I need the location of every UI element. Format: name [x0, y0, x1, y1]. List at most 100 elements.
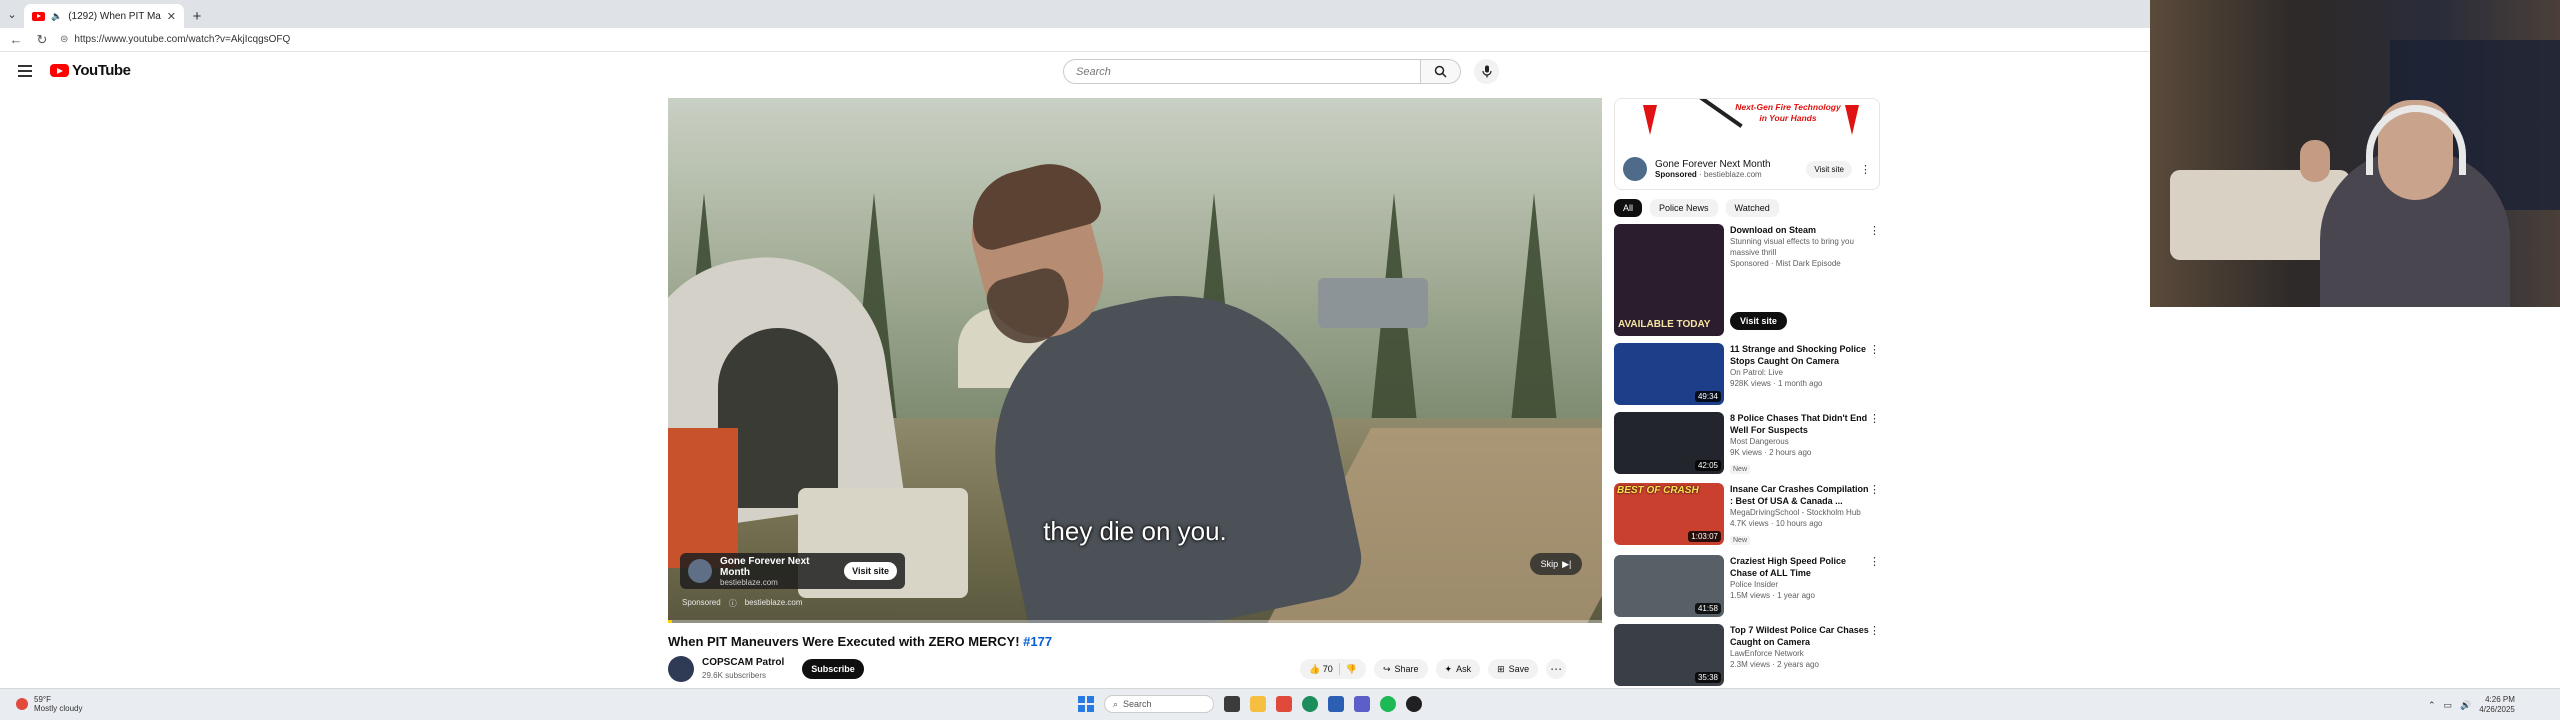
reload-icon[interactable]: ↻: [34, 32, 50, 48]
weather-widget[interactable]: 59°F Mostly cloudy: [16, 695, 82, 713]
subscribe-button[interactable]: Subscribe: [802, 659, 864, 679]
ad-banner-more-icon[interactable]: ⋮: [1860, 163, 1871, 176]
recommendation-channel[interactable]: On Patrol: Live: [1730, 367, 1870, 378]
tab-close-icon[interactable]: ✕: [167, 10, 176, 23]
back-arrow-icon[interactable]: ←: [8, 32, 24, 47]
recommendation-item[interactable]: 35:38 Top 7 Wildest Police Car Chases Ca…: [1614, 624, 1880, 686]
ad-banner-visit-button[interactable]: Visit site: [1806, 160, 1852, 178]
chip-police-news[interactable]: Police News: [1650, 199, 1718, 217]
sidebar-ad-banner[interactable]: Next-Gen Fire Technology in Your Hands G…: [1614, 98, 1880, 190]
share-button[interactable]: ↪ Share: [1373, 659, 1428, 679]
recommendation-stats: 1.5M views · 1 year ago: [1730, 591, 1815, 600]
video-frame-chair: [668, 428, 738, 568]
search-icon: [1434, 65, 1447, 78]
edge-browser-icon[interactable]: [1302, 696, 1318, 712]
recommendation-channel[interactable]: Most Dangerous: [1730, 436, 1870, 447]
new-tab-button[interactable]: +: [184, 4, 210, 28]
recommendation-item[interactable]: 42:05 8 Police Chases That Didn't End We…: [1614, 412, 1880, 474]
recommendation-more-icon[interactable]: ⋮: [1869, 483, 1880, 496]
webcam-overlay: [2150, 0, 2560, 307]
skip-ad-button[interactable]: Skip ▶|: [1530, 553, 1582, 575]
recommendation-thumbnail[interactable]: 42:05: [1614, 412, 1724, 474]
recommendation-title: Craziest High Speed Police Chase of ALL …: [1730, 556, 1847, 578]
recommendation-item[interactable]: 49:34 11 Strange and Shocking Police Sto…: [1614, 343, 1880, 405]
taskbar-clock[interactable]: 4:26 PM 4/26/2025: [2479, 695, 2515, 715]
player-ad-card[interactable]: Gone Forever Next Month bestieblaze.com …: [680, 553, 905, 589]
speaker-icon[interactable]: 🔈: [51, 11, 62, 22]
recommendation-more-icon[interactable]: ⋮: [1869, 412, 1880, 425]
sponsored-info-icon[interactable]: ⓘ: [729, 598, 737, 609]
windows-start-icon[interactable]: [1078, 696, 1094, 712]
recommendation-more-icon[interactable]: ⋮: [1869, 555, 1880, 568]
recommendation-channel[interactable]: LawEnforce Network: [1730, 648, 1870, 659]
video-hashtag[interactable]: #177: [1023, 634, 1052, 649]
office-app-icon[interactable]: [1276, 696, 1292, 712]
tray-overflow-chevron-icon[interactable]: ⌃: [2428, 700, 2436, 711]
weather-description: Mostly cloudy: [34, 704, 83, 713]
youtube-logo[interactable]: YouTube: [50, 62, 131, 79]
tab-list-chevron-icon[interactable]: ⌄: [0, 0, 24, 28]
more-actions-icon[interactable]: ⋯: [1546, 659, 1567, 679]
network-icon[interactable]: ▭: [2444, 700, 2453, 711]
like-button[interactable]: 👍 70: [1309, 664, 1333, 675]
recommendation-more-icon[interactable]: ⋮: [1869, 224, 1880, 237]
recommendation-title: Insane Car Crashes Compilation : Best Of…: [1730, 484, 1869, 506]
recommendation-item[interactable]: 41:58 Craziest High Speed Police Chase o…: [1614, 555, 1880, 617]
recommendation-more-icon[interactable]: ⋮: [1869, 343, 1880, 356]
volume-icon[interactable]: 🔊: [2460, 700, 2471, 711]
ask-button[interactable]: ✦ Ask: [1435, 659, 1481, 679]
clock-time: 4:26 PM: [2485, 695, 2515, 704]
task-view-icon[interactable]: [1224, 696, 1240, 712]
teams-icon[interactable]: [1354, 696, 1370, 712]
video-duration: 35:38: [1694, 672, 1721, 683]
clock-date: 4/26/2025: [2479, 705, 2515, 714]
ask-label: Ask: [1456, 664, 1472, 674]
recommendation-visit-site-button[interactable]: Visit site: [1730, 312, 1787, 330]
voice-search-button[interactable]: [1474, 59, 1499, 84]
ad-banner-image: Next-Gen Fire Technology in Your Hands: [1615, 99, 1879, 145]
outlook-icon[interactable]: [1328, 696, 1344, 712]
chip-all[interactable]: All: [1614, 199, 1643, 217]
red-arrow-icon: [1845, 105, 1859, 135]
recommendation-thumbnail[interactable]: AVAILABLE TODAY: [1614, 224, 1724, 336]
video-duration: 42:05: [1694, 460, 1721, 471]
taskbar-search[interactable]: ⌕ Search: [1104, 695, 1214, 713]
recommendation-stats: 9K views · 2 hours ago: [1730, 448, 1812, 457]
recommendation-channel[interactable]: Police Insider: [1730, 579, 1870, 590]
recommendation-channel[interactable]: MegaDrivingSchool - Stockholm Hub: [1730, 507, 1870, 518]
save-button[interactable]: ⊞ Save: [1488, 659, 1539, 679]
recommendation-thumbnail[interactable]: 41:58: [1614, 555, 1724, 617]
address-bar[interactable]: ⊜ https://www.youtube.com/watch?v=AkjIcq…: [60, 34, 290, 45]
recommendation-item[interactable]: BEST OF CRASH 1:03:07 Insane Car Crashes…: [1614, 483, 1880, 545]
search-button[interactable]: [1421, 59, 1461, 84]
recommendation-more-icon[interactable]: ⋮: [1869, 624, 1880, 637]
channel-avatar[interactable]: [668, 656, 694, 682]
channel-name[interactable]: COPSCAM Patrol: [702, 657, 784, 668]
recommendation-thumbnail[interactable]: 35:38: [1614, 624, 1724, 686]
video-player[interactable]: they die on you. Gone Forever Next Month…: [668, 98, 1602, 623]
video-title-text: When PIT Maneuvers Were Executed with ZE…: [668, 634, 1020, 649]
video-progress-bar[interactable]: [668, 620, 1602, 623]
browser-tab-active[interactable]: 🔈 (1292) When PIT Maneuvers ... ✕: [24, 4, 184, 28]
sponsored-domain[interactable]: bestieblaze.com: [745, 598, 803, 609]
menu-hamburger-icon[interactable]: [18, 65, 32, 80]
like-divider: [1338, 663, 1340, 675]
recommendation-item[interactable]: AVAILABLE TODAY Download on Steam Stunni…: [1614, 224, 1880, 336]
chip-watched[interactable]: Watched: [1725, 199, 1779, 217]
video-title: When PIT Maneuvers Were Executed with ZE…: [668, 634, 1052, 649]
search-input[interactable]: Search: [1063, 59, 1421, 84]
dislike-icon[interactable]: 👎: [1346, 664, 1357, 675]
ad-visit-site-button[interactable]: Visit site: [844, 562, 897, 580]
recommendation-thumbnail[interactable]: BEST OF CRASH 1:03:07: [1614, 483, 1724, 545]
weather-temperature: 59°F: [34, 695, 51, 704]
site-info-icon[interactable]: ⊜: [60, 34, 68, 45]
microphone-icon: [1481, 65, 1492, 78]
file-explorer-icon[interactable]: [1250, 696, 1266, 712]
chrome-browser-icon[interactable]: [1406, 696, 1422, 712]
ad-sponsored-line: Sponsored ⓘ bestieblaze.com: [682, 598, 803, 609]
spotify-icon[interactable]: [1380, 696, 1396, 712]
url-text: https://www.youtube.com/watch?v=AkjIcqgs…: [74, 34, 291, 45]
share-icon: ↪: [1382, 663, 1391, 674]
recommendation-sponsor: Sponsored · Mist Dark Episode: [1730, 259, 1841, 268]
recommendation-thumbnail[interactable]: 49:34: [1614, 343, 1724, 405]
